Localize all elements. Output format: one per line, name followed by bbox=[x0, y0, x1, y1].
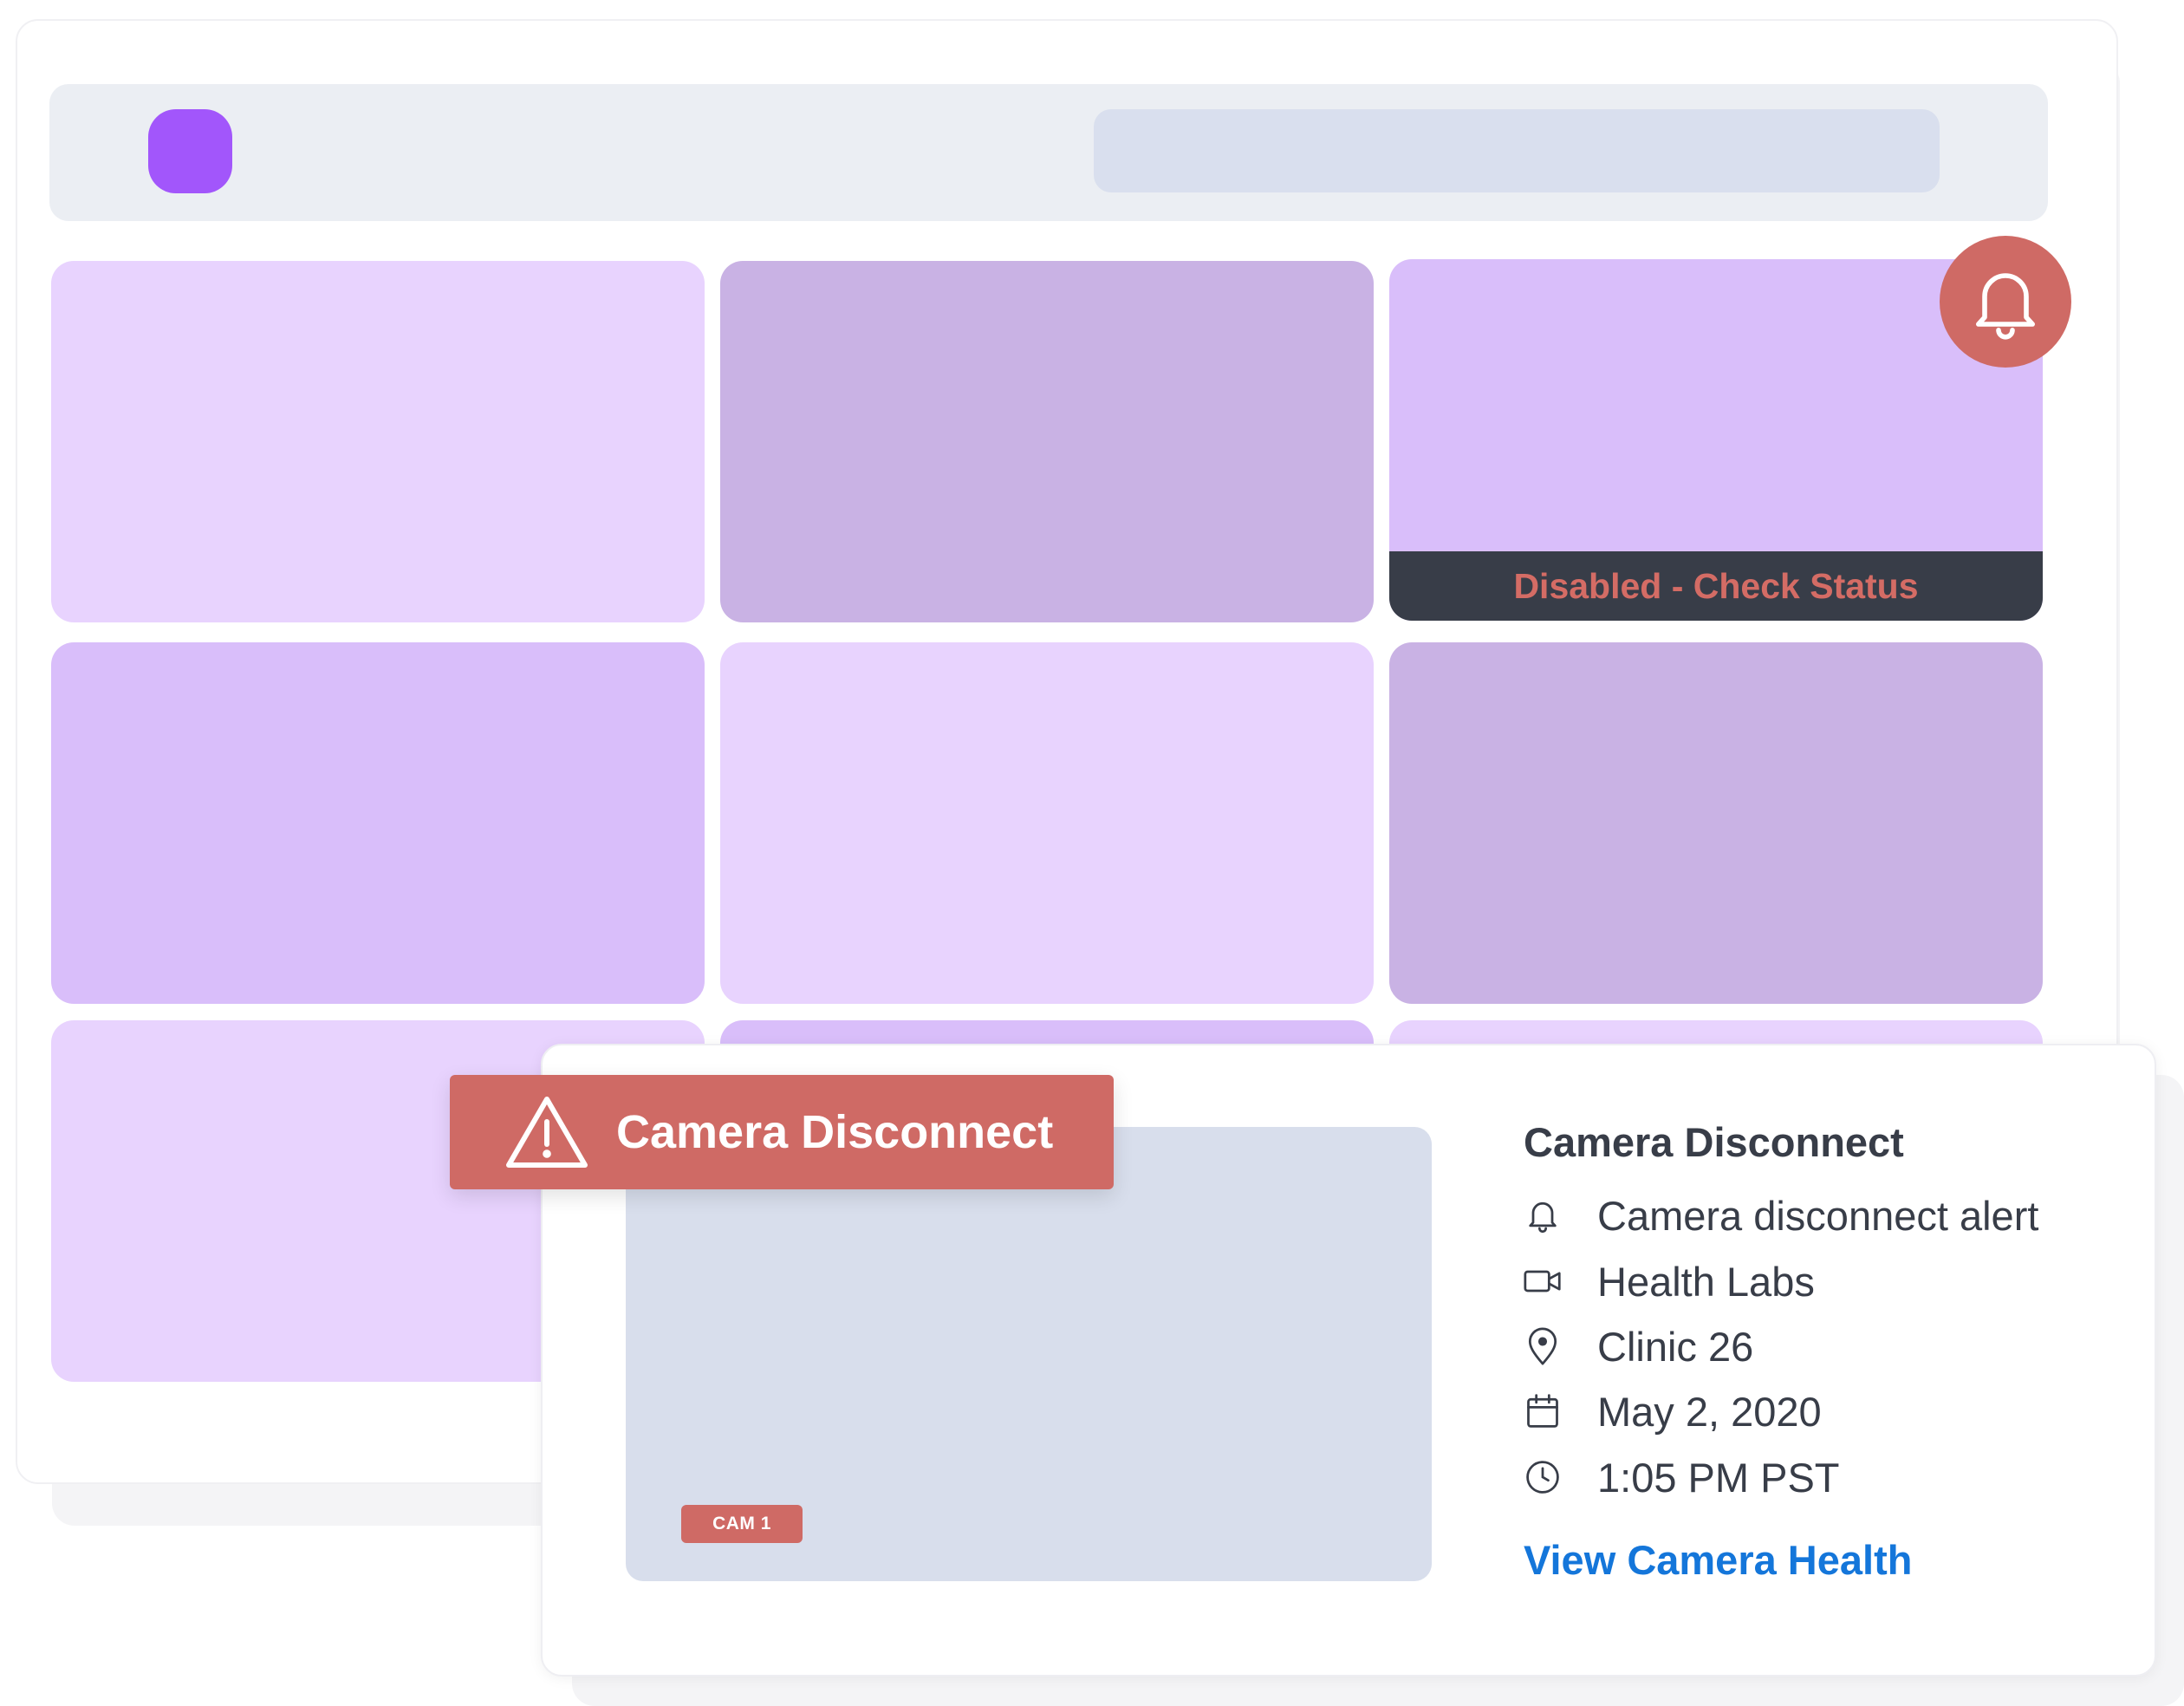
detail-location: Clinic 26 bbox=[1521, 1320, 1753, 1372]
location-pin-icon bbox=[1521, 1325, 1564, 1368]
search-bar[interactable] bbox=[1094, 109, 1940, 192]
video-camera-icon bbox=[1521, 1260, 1564, 1303]
detail-time: 1:05 PM PST bbox=[1521, 1451, 1840, 1503]
alert-bell-button[interactable] bbox=[1940, 236, 2071, 368]
tile-status-label: Disabled - Check Status bbox=[1389, 551, 2043, 621]
camera-tile[interactable] bbox=[720, 261, 1374, 622]
calendar-icon bbox=[1521, 1390, 1564, 1433]
bell-icon bbox=[1521, 1194, 1564, 1237]
camera-group-text: Health Labs bbox=[1597, 1258, 1815, 1305]
alert-banner: Camera Disconnect bbox=[450, 1075, 1114, 1189]
detail-camera-group: Health Labs bbox=[1521, 1255, 1815, 1307]
clock-icon bbox=[1521, 1455, 1564, 1499]
alert-type-text: Camera disconnect alert bbox=[1597, 1192, 2039, 1239]
alert-banner-title: Camera Disconnect bbox=[616, 1106, 1054, 1158]
warning-icon bbox=[504, 1094, 590, 1170]
bell-icon bbox=[1976, 273, 2035, 340]
location-text: Clinic 26 bbox=[1597, 1323, 1754, 1370]
date-text: May 2, 2020 bbox=[1597, 1388, 1822, 1435]
detail-alert-type: Camera disconnect alert bbox=[1521, 1189, 2038, 1241]
camera-tile[interactable] bbox=[720, 642, 1374, 1004]
camera-tile[interactable] bbox=[1389, 642, 2043, 1004]
camera-tile[interactable] bbox=[51, 642, 705, 1004]
time-text: 1:05 PM PST bbox=[1597, 1454, 1840, 1501]
view-camera-health-link[interactable]: View Camera Health bbox=[1524, 1536, 1912, 1584]
app-logo[interactable] bbox=[148, 109, 232, 193]
detail-date: May 2, 2020 bbox=[1521, 1385, 1822, 1437]
alert-details-title: Camera Disconnect bbox=[1524, 1119, 1904, 1165]
camera-tag: CAM 1 bbox=[681, 1505, 803, 1543]
camera-tile[interactable] bbox=[51, 261, 705, 622]
